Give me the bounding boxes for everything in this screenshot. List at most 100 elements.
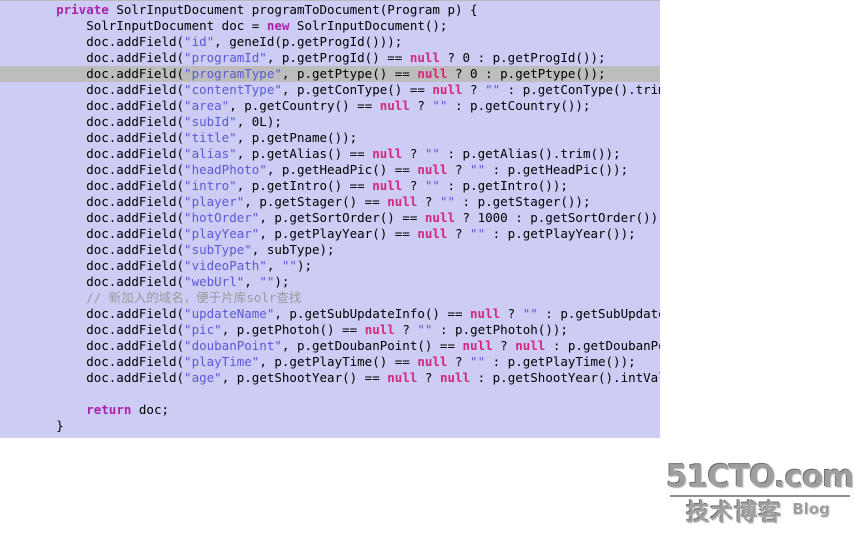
code-token-str: "age" — [184, 370, 222, 385]
code-token-str: "" — [439, 194, 456, 209]
code-line: doc.addField("subId", 0L); — [0, 114, 660, 130]
code-token-str: "contentType" — [184, 82, 282, 97]
code-line: SolrInputDocument doc = new SolrInputDoc… — [0, 18, 660, 34]
code-token-str: "alias" — [184, 146, 237, 161]
code-token-plain: , p.getPtype() == — [281, 66, 418, 81]
code-token-str: "videoPath" — [184, 258, 267, 273]
code-token-str: "" — [281, 258, 297, 273]
code-line: } — [0, 418, 660, 434]
code-line: doc.addField("programType", p.getPtype()… — [0, 66, 660, 82]
code-line: doc.addField("title", p.getPname()); — [0, 130, 660, 146]
code-token-plain: ? — [500, 306, 523, 321]
code-token-plain: , p.getHeadPic() == — [266, 162, 418, 177]
code-token-plain: , p.getStager() == — [244, 194, 388, 209]
watermark: 51CTO.com 技术博客 Blog — [660, 460, 856, 532]
code-token-plain: doc.addField( — [26, 354, 185, 369]
code-token-str: "" — [417, 322, 433, 337]
code-line: private SolrInputDocument programToDocum… — [0, 2, 660, 18]
code-token-plain: : p.getDoubanPoint()) — [552, 338, 660, 353]
code-token-null: null — [470, 306, 501, 321]
code-token-plain: doc.addField( — [26, 210, 185, 225]
code-token-plain: ); — [296, 258, 313, 273]
code-line: doc.addField("subType", subType); — [0, 242, 660, 258]
code-token-null: null — [417, 66, 448, 81]
code-token-plain: , p.getPlayTime() == — [259, 354, 418, 369]
code-token-null: null — [417, 162, 448, 177]
code-token-plain: doc.addField( — [26, 258, 185, 273]
code-line: doc.addField("alias", p.getAlias() == nu… — [0, 146, 660, 162]
code-token-plain: doc.addField( — [26, 98, 185, 113]
code-token-str: "" — [485, 82, 501, 97]
code-token-plain: ? — [417, 370, 440, 385]
code-token-plain: , p.getSortOrder() == — [259, 210, 425, 225]
code-token-plain: doc.addField( — [26, 226, 185, 241]
code-token-plain: doc.addField( — [26, 162, 185, 177]
code-token-kw: new — [266, 18, 290, 33]
code-line: doc.addField("playYear", p.getPlayYear()… — [0, 226, 660, 242]
code-token-plain: doc.addField( — [26, 66, 185, 81]
code-line: doc.addField("id", geneId(p.getProgId())… — [0, 34, 660, 50]
code-token-str: "" — [470, 162, 486, 177]
code-token-plain: SolrInputDocument(); — [289, 18, 448, 33]
code-token-str: "playTime" — [184, 354, 260, 369]
code-token-plain: ? — [394, 322, 418, 337]
code-token-plain: : p.getShootYear().intValue()); — [477, 370, 660, 385]
code-token-str: "intro" — [184, 178, 237, 193]
code-token-plain: doc; — [131, 402, 170, 417]
comment-cjk-text: 新加入的域名，便于片库 — [108, 290, 247, 305]
code-line: doc.addField("player", p.getStager() == … — [0, 194, 660, 210]
code-token-str: "subType" — [184, 242, 252, 257]
code-token-str: "hotOrder" — [184, 210, 260, 225]
code-token-plain: doc.addField( — [26, 178, 185, 193]
code-token-str: "subId" — [184, 114, 237, 129]
code-token-null: null — [372, 146, 403, 161]
code-token-str: "" — [424, 178, 440, 193]
code-token-str: "headPhoto" — [184, 162, 267, 177]
watermark-cn-label: 技术博客 — [686, 500, 783, 526]
code-token-plain: doc.addField( — [26, 82, 185, 97]
code-token-plain: ? — [492, 338, 516, 353]
code-line: doc.addField("headPhoto", p.getHeadPic()… — [0, 162, 660, 178]
code-token-str: "" — [432, 98, 448, 113]
code-token-str: "" — [424, 146, 440, 161]
code-token-plain: , p.getConType() == — [281, 82, 433, 97]
code-token-str: "playYear" — [184, 226, 260, 241]
code-token-plain: , subType); — [251, 242, 335, 257]
code-line: doc.addField("intro", p.getIntro() == nu… — [0, 178, 660, 194]
code-token-null: null — [417, 226, 448, 241]
code-token-plain: SolrInputDocument programToDocument(Prog… — [108, 2, 478, 17]
code-token-plain: , p.getProgId() == — [266, 50, 410, 65]
code-token-plain: , p.getSubUpdateInfo() == — [274, 306, 471, 321]
code-token-plain: : p.getSubUpdateInfo() — [545, 306, 660, 321]
code-token-cmt: // 新加入的域名，便于片库solr查找 — [26, 290, 302, 305]
code-token-null: null — [379, 98, 410, 113]
code-token-str: "pic" — [184, 322, 222, 337]
code-token-plain: ? — [462, 82, 486, 97]
code-line: doc.addField("age", p.getShootYear() == … — [0, 370, 660, 386]
code-token-plain: ? — [447, 354, 471, 369]
code-token-plain: : p.getConType().trim()); — [507, 82, 660, 97]
code-token-plain: : p.getCountry()); — [447, 98, 591, 113]
code-token-null: null — [372, 178, 403, 193]
code-token-plain: doc.addField( — [26, 146, 185, 161]
code-token-str: "programType" — [184, 66, 282, 81]
code-token-plain: : p.getHeadPic()); — [485, 162, 629, 177]
code-token-plain: doc.addField( — [26, 306, 185, 321]
code-token-plain: , p.getIntro() == — [236, 178, 373, 193]
code-token-plain: , geneId(p.getProgId())); — [214, 34, 403, 49]
code-token-null: null — [515, 338, 546, 353]
code-line: doc.addField("webUrl", ""); — [0, 274, 660, 290]
watermark-en-label: Blog — [792, 500, 830, 518]
code-line: return doc; — [0, 402, 660, 418]
code-token-str: "area" — [184, 98, 230, 113]
code-token-plain: , — [244, 274, 260, 289]
code-token-plain: , p.getPlayYear() == — [259, 226, 418, 241]
code-token-plain: , p.getAlias() == — [236, 146, 373, 161]
code-token-plain: doc.addField( — [26, 274, 185, 289]
code-token-plain: : p.getPhotoh()); — [432, 322, 568, 337]
code-token-plain: , — [266, 258, 282, 273]
code-token-null: null — [387, 194, 418, 209]
code-line: doc.addField("hotOrder", p.getSortOrder(… — [0, 210, 660, 226]
